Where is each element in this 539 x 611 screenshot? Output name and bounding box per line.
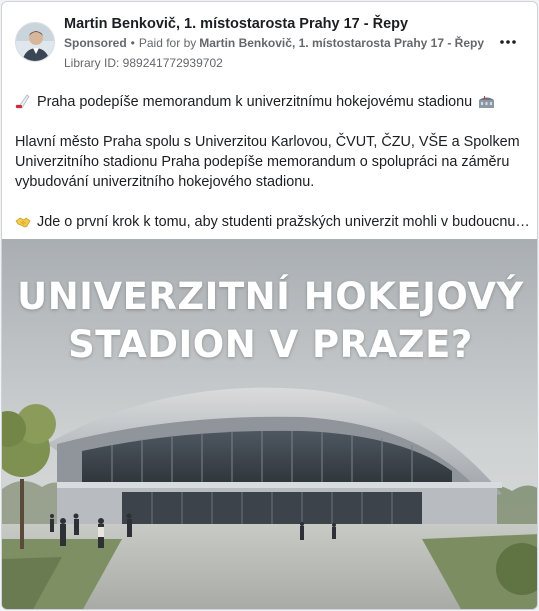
paragraph-2-line-3: vybudování univerzitního hokejového stad…: [15, 174, 315, 190]
sponsored-meta: Sponsored • Paid for by Martin Benkovič,…: [64, 36, 484, 50]
post-header: Martin Benkovič, 1. místostarosta Prahy …: [2, 2, 537, 72]
avatar-portrait: [16, 23, 54, 61]
paragraph-3-text: Jde o první krok k tomu, aby studenti pr…: [37, 214, 530, 230]
post-paragraph-3: Jde o první krok k tomu, aby studenti pr…: [15, 212, 530, 232]
stadium-icon: [479, 96, 495, 108]
more-options-button[interactable]: [494, 32, 522, 52]
ad-image[interactable]: UNIVERZITNÍ HOKEJOVÝ STADION V PRAZE?: [2, 239, 537, 609]
sponsored-post-card: Martin Benkovič, 1. místostarosta Prahy …: [1, 1, 538, 610]
sponsored-label[interactable]: Sponsored: [64, 36, 127, 50]
post-paragraph-2: Hlavní město Praha spolu s Univerzitou K…: [15, 132, 530, 192]
image-headline-line-1: UNIVERZITNÍ HOKEJOVÝ: [17, 275, 524, 318]
separator-dot: •: [130, 36, 135, 50]
avatar[interactable]: [15, 22, 55, 62]
more-horizontal-icon: [500, 40, 516, 44]
library-id: Library ID: 989241772939702: [64, 56, 223, 70]
post-text: Praha podepíše memorandum k univerzitním…: [15, 92, 530, 232]
paragraph-2-line-1: Hlavní město Praha spolu s Univerzitou K…: [15, 134, 520, 150]
paid-for-prefix: Paid for by: [138, 36, 197, 50]
paragraph-1-text: Praha podepíše memorandum k univerzitním…: [37, 94, 473, 110]
image-headline-line-2: STADION V PRAZE?: [68, 323, 473, 366]
paid-for-name[interactable]: Martin Benkovič, 1. místostarosta Prahy …: [199, 36, 484, 50]
post-paragraph-1: Praha podepíše memorandum k univerzitním…: [15, 92, 530, 112]
hockey-stick-icon: [15, 94, 30, 109]
page-name-link[interactable]: Martin Benkovič, 1. místostarosta Prahy …: [64, 16, 408, 32]
paragraph-2-line-2: Univerzitního stadionu Praha podepíše me…: [15, 154, 510, 170]
handshake-icon: [15, 217, 31, 228]
